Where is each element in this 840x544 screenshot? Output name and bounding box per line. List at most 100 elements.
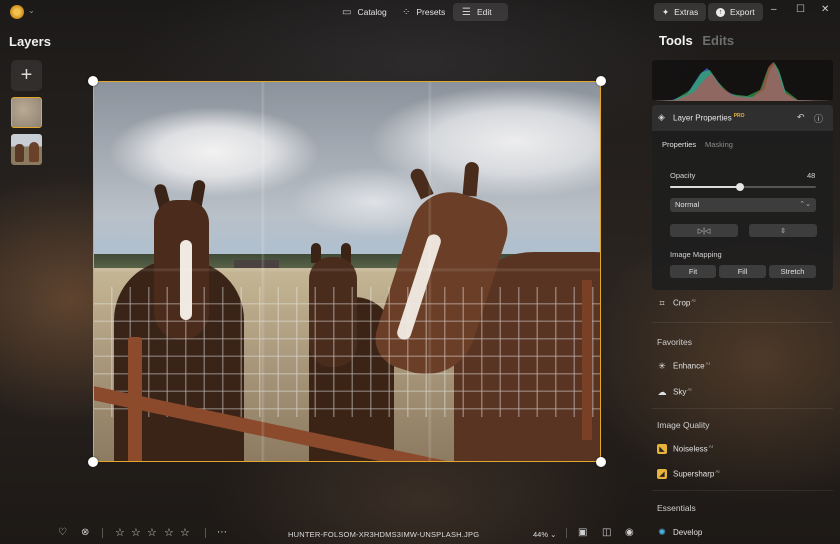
minimize-icon[interactable]: – [771,4,777,15]
supersharp-label: Supersharp [673,469,715,479]
opacity-label: Opacity [670,171,696,180]
divider [652,490,833,491]
export-icon: ↑ [716,7,725,17]
star-icon[interactable]: ☆ [147,526,157,539]
zoom-value: 44% [533,530,549,539]
sky-label: Sky [673,387,687,397]
star-icon[interactable]: ☆ [180,526,190,539]
histogram-graph [652,62,833,101]
tool-enhance[interactable]: ✳ EnhanceAI [657,361,710,371]
tool-supersharp[interactable]: ◢ SupersharpAI [657,469,720,479]
opacity-slider-knob[interactable] [736,183,745,191]
info-icon[interactable]: ⓘ [814,112,823,125]
layers-icon: ◈ [658,112,665,122]
image-mapping-label: Image Mapping [670,250,722,259]
chevron-updown-icon: ⌃⌄ [799,201,811,208]
heart-icon[interactable]: ♡ [58,527,67,538]
layer-thumbnail-texture[interactable] [11,97,42,128]
star-icon[interactable]: ☆ [131,526,141,539]
section-favorites: Favorites [657,337,692,347]
mapping-stretch-button[interactable]: Stretch [769,265,816,278]
tab-catalog[interactable]: ▭ Catalog [333,3,396,21]
noiseless-label: Noiseless [673,444,708,454]
star-icon[interactable]: ☆ [164,526,174,539]
subtab-masking[interactable]: Masking [705,140,733,149]
tab-edit[interactable]: ☰ Edit [453,3,508,21]
mapping-fill-label: Fill [737,267,748,276]
tool-noiseless[interactable]: ◣ NoiselessAI [657,444,713,454]
mapping-stretch-label: Stretch [780,267,805,276]
compare-icon[interactable]: ▣ [578,527,587,538]
divider [652,322,833,323]
develop-label: Develop [673,527,703,537]
flip-vertical-button[interactable]: ⇳ [749,224,817,237]
supersharp-icon: ◢ [657,469,667,479]
layer-properties-title-text: Layer Properties [673,113,732,123]
flip-horizontal-button[interactable]: ▷|◁ [670,224,738,237]
divider [102,528,103,538]
reset-icon[interactable]: ↶ [797,112,805,123]
image-canvas[interactable] [93,81,601,462]
close-icon[interactable]: ✕ [821,4,829,15]
tool-crop[interactable]: ⌗ CropAI [657,298,695,308]
section-image-quality: Image Quality [657,420,710,430]
opacity-value: 48 [807,171,816,180]
reject-icon[interactable]: ⊗ [81,527,89,538]
opacity-slider[interactable] [670,183,816,191]
plus-icon: + [20,64,33,86]
eye-icon[interactable]: ◉ [625,527,634,538]
split-view-icon[interactable]: ◫ [602,527,611,538]
blend-mode-value: Normal [675,200,700,209]
zoom-level[interactable]: 44% ⌄ [533,530,556,539]
right-panel-tabs: Tools Edits [659,33,734,48]
tab-presets[interactable]: ⁘ Presets [393,3,454,21]
cloud-icon: ☁ [657,386,667,397]
divider [205,528,206,538]
opacity-slider-fill [670,186,741,188]
mapping-fill-button[interactable]: Fill [719,265,766,278]
layer-thumbnail-photo[interactable] [11,134,42,165]
transform-handle-top-left[interactable] [88,76,98,86]
sparkle-icon: ✦ [662,6,670,17]
transform-handle-bottom-left[interactable] [88,457,98,467]
folder-icon: ▭ [342,6,352,18]
transform-handle-top-right[interactable] [596,76,606,86]
more-options-icon[interactable]: ⋯ [217,527,227,538]
file-name: HUNTER-FOLSOM-XR3HDMS3IMW-UNSPLASH.JPG [288,530,480,539]
tab-edit-label: Edit [476,7,492,17]
presets-icon: ⁘ [402,6,411,18]
section-essentials: Essentials [657,503,696,513]
extras-button[interactable]: ✦ Extras [654,3,707,21]
export-label: Export [730,7,755,17]
tool-sky[interactable]: ☁ SkyAI [657,387,692,397]
noiseless-icon: ◣ [657,444,667,454]
chevron-down-icon[interactable]: ⌄ [28,6,35,15]
ai-badge: AI [708,444,713,450]
add-layer-button[interactable]: + [11,60,42,91]
ai-badge: AI [715,469,720,475]
star-icon[interactable]: ☆ [115,526,125,539]
layer-properties-title: Layer Properties PRO [673,113,745,123]
thumbnail-horse-shape [15,144,24,162]
mapping-fit-button[interactable]: Fit [670,265,716,278]
blend-mode-select[interactable]: Normal ⌃⌄ [670,198,816,212]
transform-handle-bottom-right[interactable] [596,457,606,467]
mapping-fit-label: Fit [688,267,698,276]
maximize-icon[interactable]: ☐ [796,4,805,15]
app-logo-icon[interactable] [10,5,24,19]
histogram [652,60,833,101]
develop-icon: ✺ [658,526,666,537]
divider [566,528,567,538]
flip-horizontal-icon: ▷|◁ [697,227,711,235]
export-button[interactable]: ↑ Export [708,3,763,21]
top-bar: ⌄ ▭ Catalog ⁘ Presets ☰ Edit ✦ Extras ↑ … [0,0,840,24]
thumbnail-horse-shape [29,142,39,162]
tab-tools[interactable]: Tools [659,33,693,48]
layer-properties-panel: ◈ Layer Properties PRO ↶ ⓘ Properties Mas… [652,105,833,290]
layers-title: Layers [9,34,51,49]
tool-develop[interactable]: ✺ Develop [657,527,702,537]
subtab-properties[interactable]: Properties [662,140,696,149]
divider [652,408,833,409]
tab-edits[interactable]: Edits [702,33,734,48]
sliders-icon: ☰ [462,6,471,18]
